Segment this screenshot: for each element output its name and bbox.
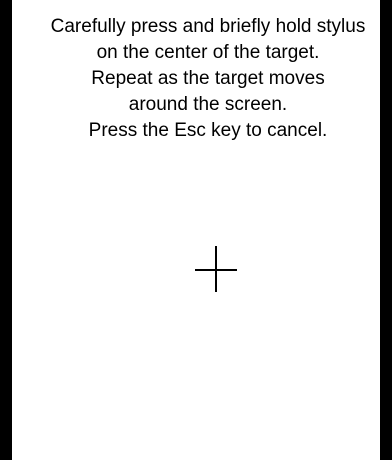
- instruction-line: Repeat as the target moves: [91, 68, 325, 89]
- instruction-line: Carefully press and briefly hold stylus: [50, 16, 366, 37]
- calibration-screen[interactable]: Carefully press and briefly hold stylus …: [0, 0, 392, 460]
- instruction-line: Press the Esc key to cancel.: [88, 120, 328, 141]
- calibration-instructions: Carefully press and briefly hold stylus …: [24, 14, 392, 144]
- instruction-line: around the screen.: [128, 94, 288, 115]
- instruction-line: on the center of the target.: [96, 42, 320, 63]
- crosshair-icon: [195, 246, 237, 292]
- crosshair-target-icon[interactable]: [195, 246, 237, 292]
